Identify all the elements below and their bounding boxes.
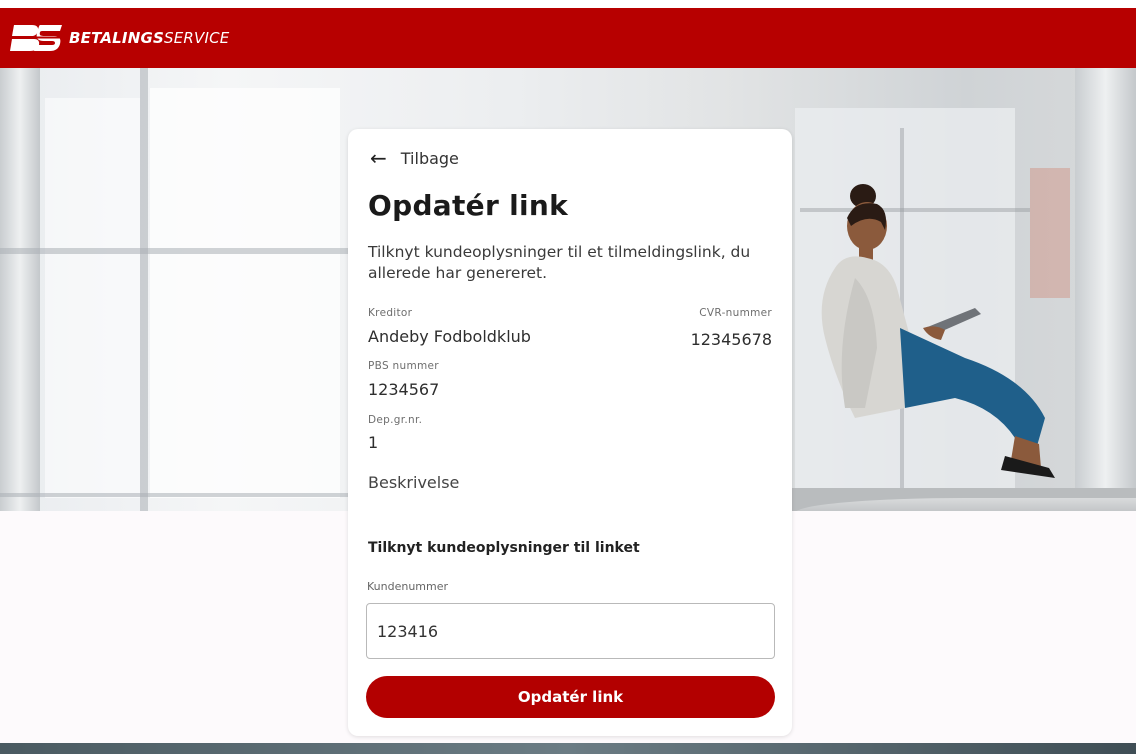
pbs-label: PBS nummer — [368, 360, 439, 372]
arrow-left-icon: ← — [370, 146, 387, 170]
update-link-button[interactable]: Opdatér link — [366, 676, 775, 718]
customer-number-label: Kundenummer — [367, 580, 449, 593]
woman-with-tablet-image — [821, 184, 1055, 478]
cvr-label: CVR-nummer — [699, 307, 772, 319]
page-title: Opdatér link — [368, 189, 569, 222]
creditor-value: Andeby Fodboldklub — [368, 327, 531, 346]
section-title: Tilknyt kundeoplysninger til linket — [368, 540, 640, 556]
update-link-card: ← Tilbage Opdatér link Tilknyt kundeoply… — [348, 129, 792, 736]
back-label: Tilbage — [400, 148, 459, 168]
brand-name: BETALINGSSERVICE — [69, 29, 230, 47]
dep-value: 1 — [368, 433, 379, 452]
page-description: Tilknyt kundeoplysninger til et tilmeldi… — [368, 243, 751, 282]
cvr-value: 12345678 — [690, 330, 772, 349]
back-button[interactable]: ← Tilbage — [370, 147, 459, 169]
top-header: BETALINGSSERVICE — [0, 8, 1136, 68]
pbs-value: 1234567 — [368, 380, 440, 399]
bs-logo-icon — [10, 25, 62, 51]
dep-label: Dep.gr.nr. — [368, 414, 423, 426]
brand-logo[interactable]: BETALINGSSERVICE — [10, 23, 229, 53]
page: BETALINGSSERVICE ← Tilbage Opdatér link … — [0, 0, 1136, 754]
bottom-strip — [0, 743, 1136, 754]
customer-number-input[interactable] — [366, 603, 775, 659]
creditor-label: Kreditor — [368, 307, 413, 319]
description-label: Beskrivelse — [368, 473, 460, 492]
